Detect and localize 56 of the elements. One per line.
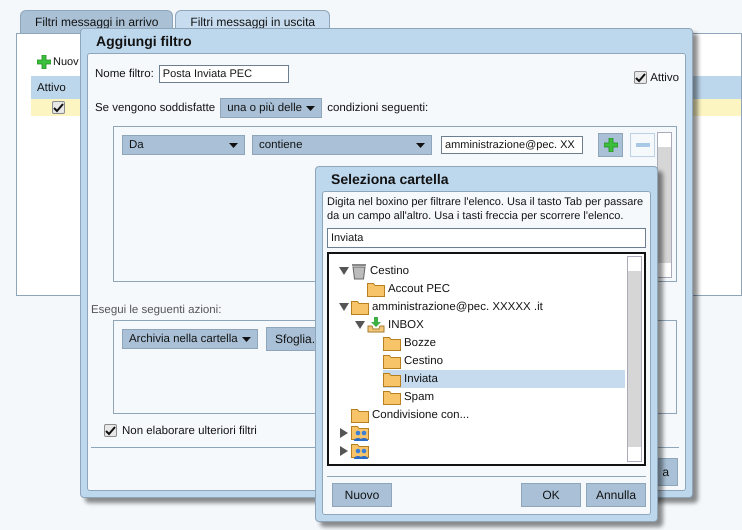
folder-icon bbox=[367, 282, 385, 296]
inbox-icon bbox=[367, 317, 385, 333]
check-icon bbox=[635, 72, 646, 82]
dialog-button[interactable]: Nuovo bbox=[332, 483, 392, 507]
checkbox[interactable] bbox=[104, 424, 117, 437]
match-dropdown[interactable]: una o più delle bbox=[220, 98, 322, 118]
folder-icon bbox=[351, 408, 369, 422]
checkbox[interactable] bbox=[52, 101, 65, 114]
folder-tree-item[interactable]: Cestino bbox=[383, 352, 625, 370]
condition-suffix: condizioni seguenti: bbox=[327, 102, 428, 114]
caret-icon bbox=[229, 142, 238, 148]
plus-icon bbox=[37, 55, 51, 69]
expander-icon[interactable] bbox=[339, 266, 349, 276]
checkbox[interactable] bbox=[634, 71, 648, 84]
folder-icon bbox=[383, 336, 401, 350]
new-button[interactable]: Nuov bbox=[53, 56, 79, 68]
folder-tree-item[interactable]: Bozze bbox=[383, 334, 625, 352]
field-dropdown[interactable]: Da bbox=[122, 135, 245, 155]
expander-icon[interactable] bbox=[339, 302, 349, 312]
operator-dropdown[interactable]: contiene bbox=[252, 135, 432, 155]
condition-prefix: Se vengono soddisfatte bbox=[95, 102, 216, 114]
scrollbar[interactable] bbox=[627, 256, 642, 462]
dialog-title: Aggiungi filtro bbox=[95, 32, 193, 51]
folder-icon bbox=[383, 372, 401, 386]
folder-tree-item[interactable]: Accout PEC bbox=[367, 280, 625, 298]
section-label: Esegui le seguenti azioni: bbox=[91, 304, 222, 316]
folder-tree-item[interactable]: amministrazione@pec. XXXXX .it bbox=[351, 298, 625, 316]
check-icon bbox=[53, 102, 64, 112]
dialog-title: Seleziona cartella bbox=[330, 170, 450, 189]
folder-tree-item[interactable]: INBOX bbox=[367, 316, 625, 334]
folder-icon bbox=[351, 300, 369, 314]
trash-icon bbox=[351, 262, 367, 280]
checkbox-label: Non elaborare ulteriori filtri bbox=[122, 424, 257, 436]
filter-name-field[interactable]: Posta Inviata PEC bbox=[158, 64, 289, 82]
folder-tree-item[interactable]: Cestino bbox=[351, 262, 625, 280]
folder-tree-item[interactable]: Condivisione con... bbox=[351, 406, 625, 424]
shared-folder-icon bbox=[351, 442, 369, 460]
value-field[interactable]: amministrazione@pec. XX bbox=[441, 136, 583, 154]
folder-tree-item[interactable]: Inviata bbox=[383, 370, 625, 388]
expander-icon[interactable] bbox=[339, 428, 349, 438]
check-icon bbox=[105, 426, 116, 436]
folder-tree-item[interactable]: Spam bbox=[383, 388, 625, 406]
folder-search-field[interactable]: Inviata bbox=[327, 228, 646, 248]
shared-folder-icon bbox=[351, 424, 369, 442]
caret-icon bbox=[306, 106, 316, 110]
action-dropdown[interactable]: Archivia nella cartella bbox=[122, 329, 258, 349]
dialog-button[interactable]: OK bbox=[521, 483, 581, 507]
scrollbar[interactable] bbox=[657, 132, 672, 278]
dialog-button[interactable]: Annulla bbox=[586, 483, 646, 507]
expander-icon[interactable] bbox=[339, 446, 349, 456]
plus-icon bbox=[604, 138, 618, 152]
hint-text: Digita nel boxino per filtrare l'elenco. Usa il tasto Tab per passare da un campo all'altro. Usa i tasti freccia per scorrere l'elenco. bbox=[327, 195, 644, 223]
caret-icon bbox=[416, 142, 425, 148]
expander-icon[interactable] bbox=[355, 320, 365, 330]
minus-icon bbox=[636, 143, 650, 147]
caret-icon bbox=[242, 336, 251, 342]
